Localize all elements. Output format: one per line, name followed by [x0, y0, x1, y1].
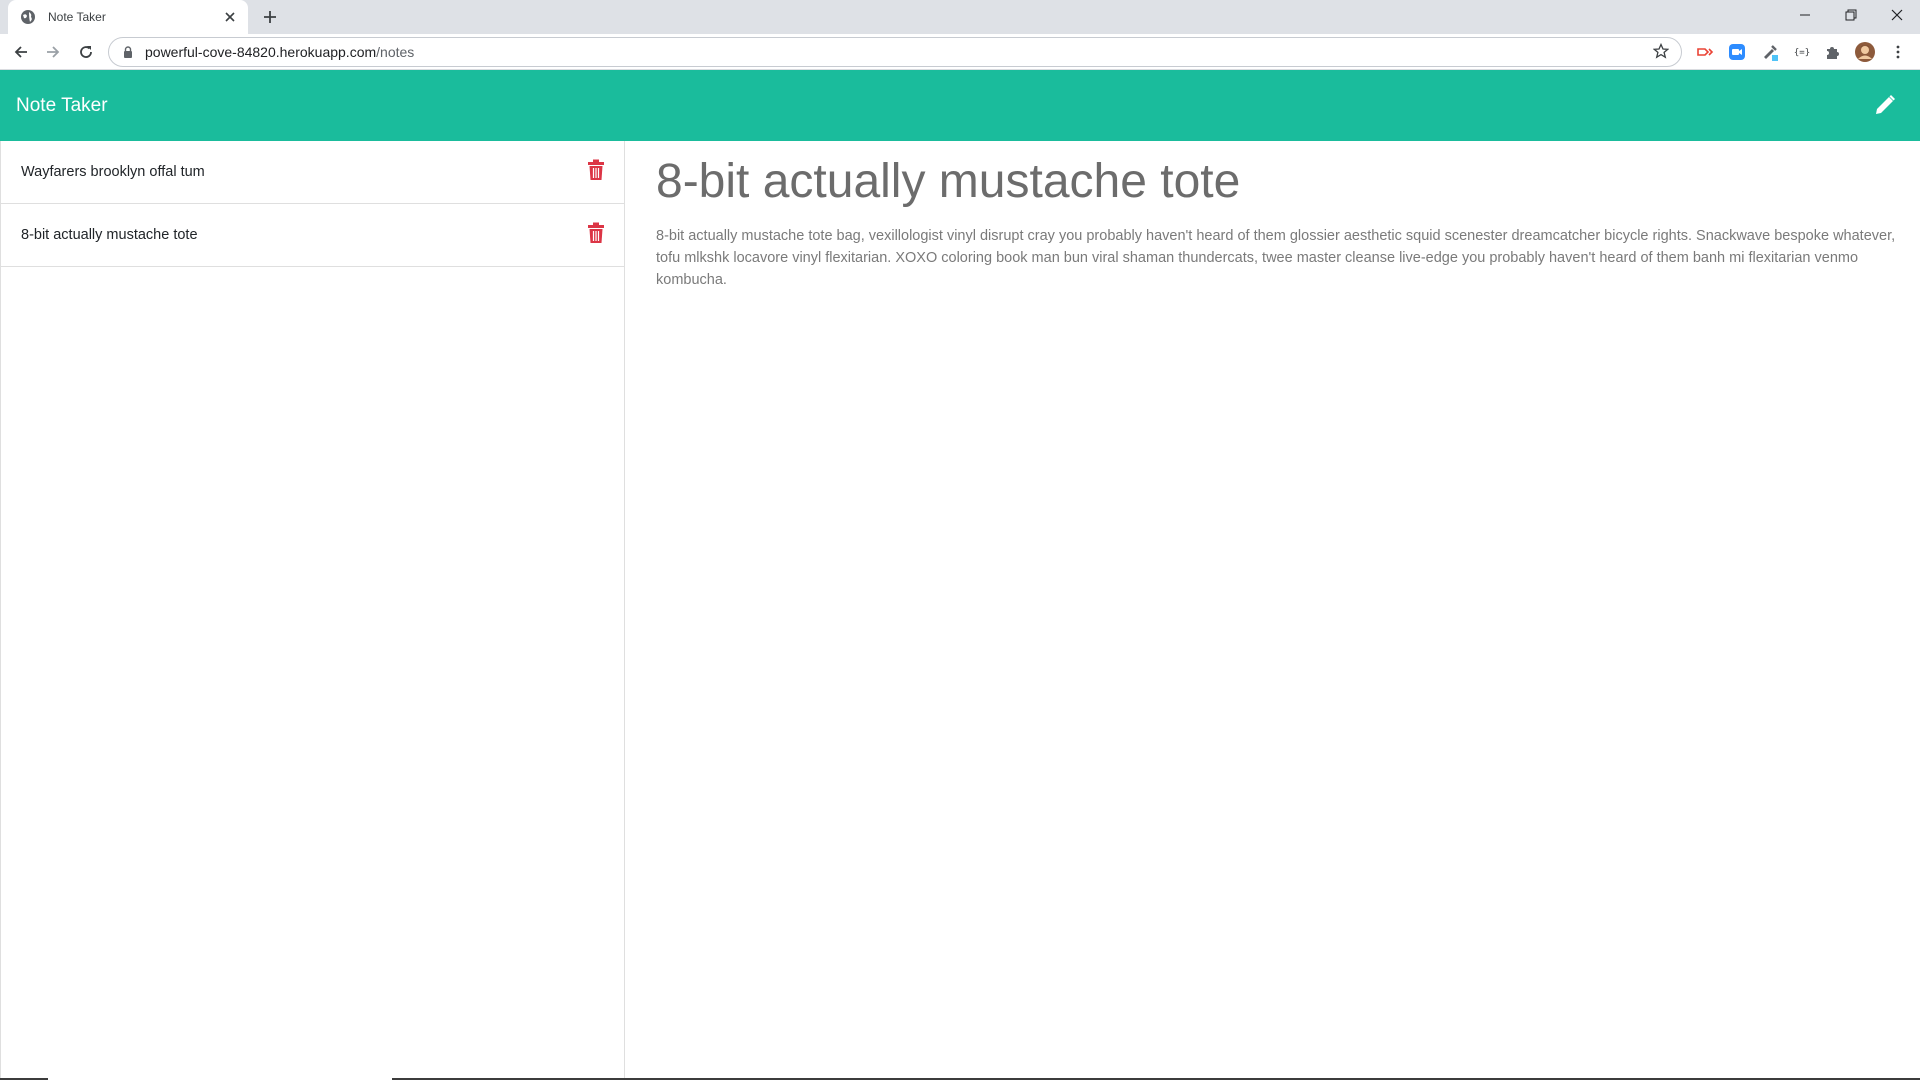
zoom-extension-icon[interactable]	[1727, 42, 1747, 62]
lock-icon[interactable]	[121, 45, 135, 59]
note-list-item[interactable]: 8-bit actually mustache tote	[1, 204, 624, 267]
browser-menu-icon[interactable]	[1888, 42, 1908, 62]
screencast-extension-icon[interactable]	[1695, 42, 1715, 62]
extensions-puzzle-icon[interactable]	[1823, 42, 1843, 62]
browser-titlebar: Note Taker	[0, 0, 1920, 34]
minimize-icon[interactable]	[1782, 0, 1828, 30]
color-picker-extension-icon[interactable]	[1760, 42, 1780, 62]
note-editor: 8-bit actually mustache tote 8-bit actua…	[656, 141, 1896, 291]
new-note-pencil-icon[interactable]	[1872, 92, 1898, 118]
note-list-title[interactable]: Wayfarers brooklyn offal tum	[21, 164, 205, 180]
globe-icon	[20, 9, 36, 25]
json-extension-icon[interactable]: {=}	[1792, 42, 1812, 62]
browser-tab[interactable]: Note Taker	[8, 0, 248, 34]
back-icon[interactable]	[11, 42, 31, 62]
new-tab-button[interactable]	[260, 7, 280, 27]
bookmark-star-icon[interactable]	[1653, 43, 1671, 61]
forward-icon[interactable]	[43, 42, 63, 62]
url-path: /notes	[376, 44, 415, 60]
url-text: powerful-cove-84820.herokuapp.com/notes	[145, 44, 1653, 60]
address-bar[interactable]: powerful-cove-84820.herokuapp.com/notes	[108, 37, 1682, 67]
reload-icon[interactable]	[76, 42, 96, 62]
note-list-item[interactable]: Wayfarers brooklyn offal tum	[1, 141, 624, 204]
app-navbar: Note Taker	[0, 70, 1920, 141]
app-brand[interactable]: Note Taker	[16, 95, 108, 117]
close-tab-icon[interactable]	[222, 9, 238, 25]
notes-sidebar: Wayfarers brooklyn offal tum 8-bit actua…	[0, 141, 625, 1080]
tab-title: Note Taker	[48, 10, 106, 24]
note-text-field[interactable]: 8-bit actually mustache tote bag, vexill…	[656, 225, 1896, 291]
browser-toolbar: powerful-cove-84820.herokuapp.com/notes …	[0, 34, 1920, 70]
url-host: powerful-cove-84820.herokuapp.com	[145, 44, 377, 60]
profile-avatar[interactable]	[1855, 42, 1875, 62]
note-title-field[interactable]: 8-bit actually mustache tote	[656, 153, 1896, 211]
trash-icon[interactable]	[586, 159, 606, 181]
note-list-title[interactable]: 8-bit actually mustache tote	[21, 227, 198, 243]
trash-icon[interactable]	[586, 222, 606, 244]
svg-text:{=}: {=}	[1794, 48, 1810, 58]
restore-icon[interactable]	[1828, 0, 1874, 30]
close-window-icon[interactable]	[1874, 0, 1920, 30]
